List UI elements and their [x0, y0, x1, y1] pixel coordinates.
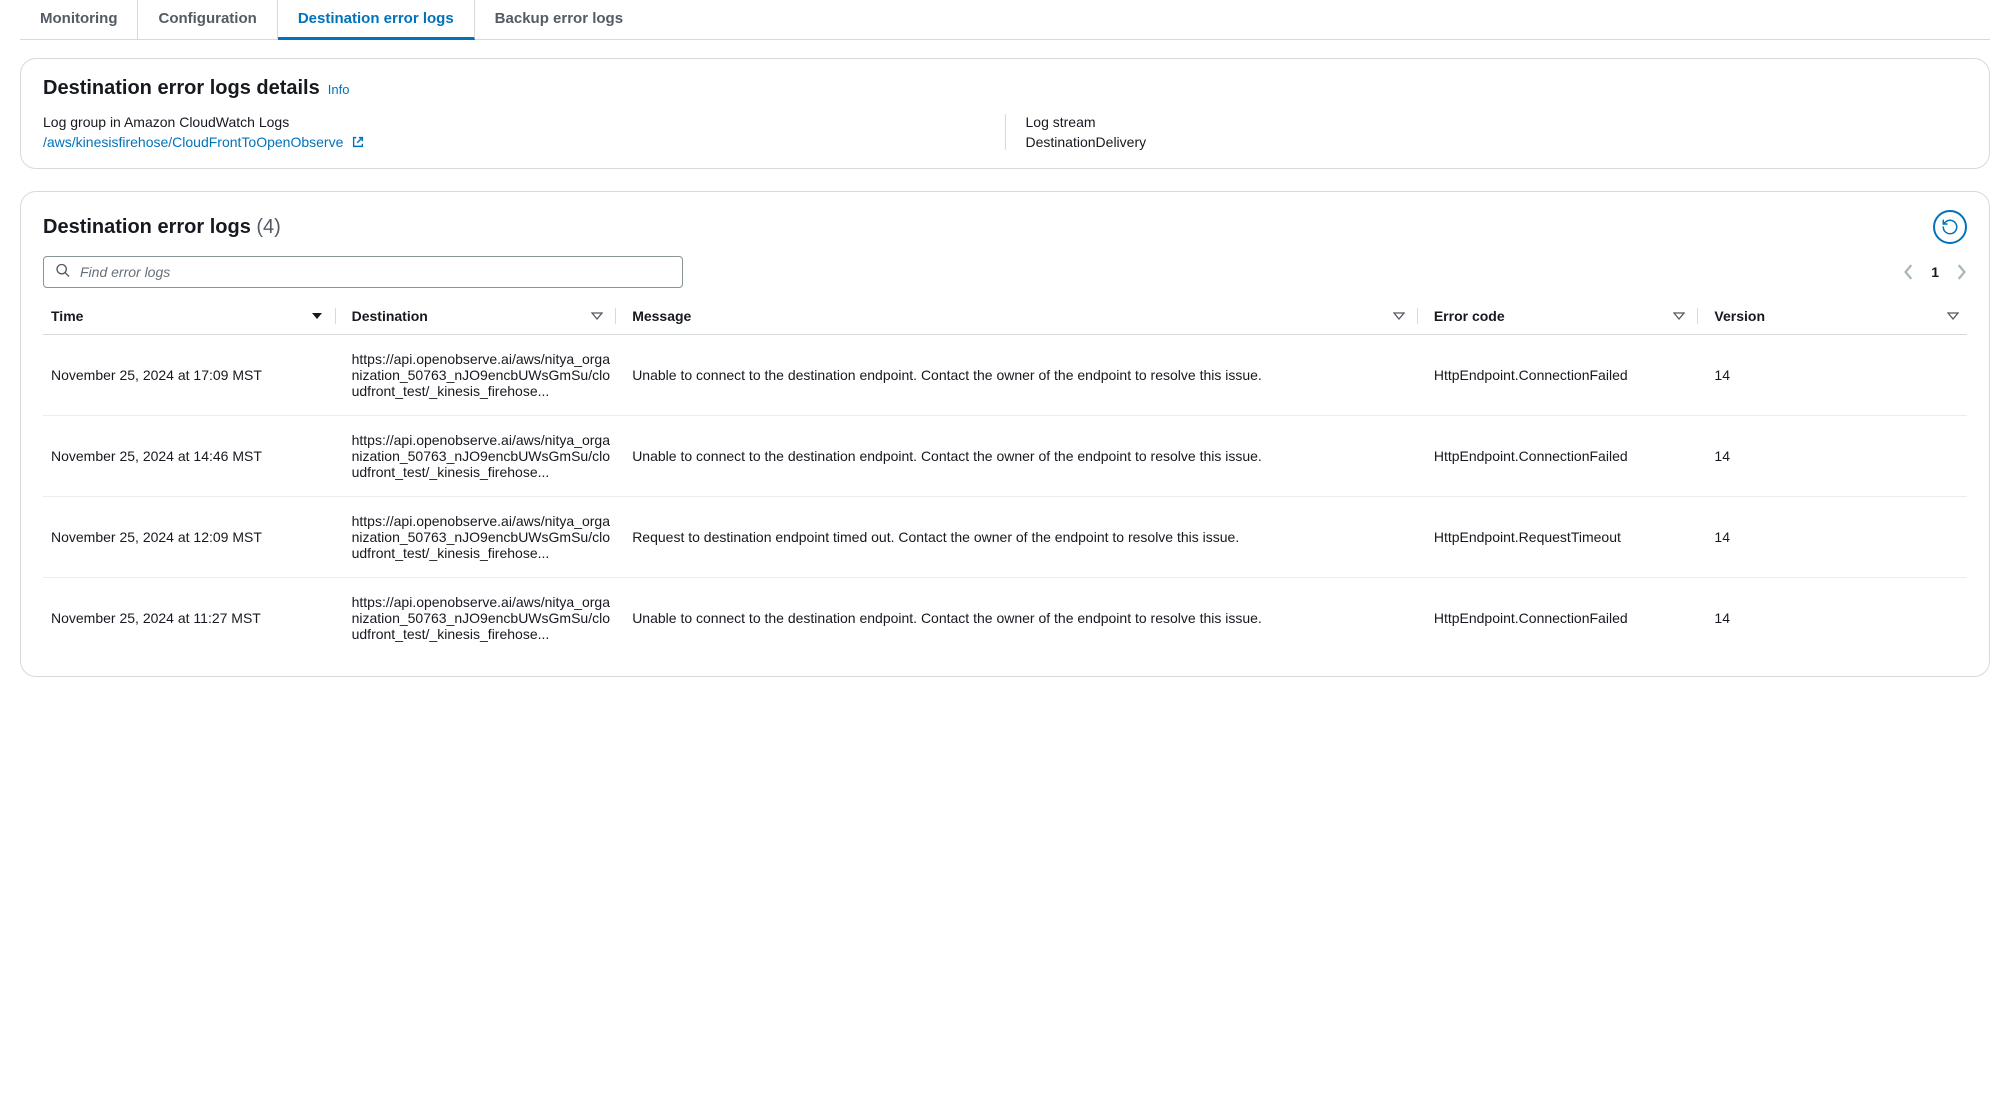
logs-panel: Destination error logs (4) 1 [20, 191, 1990, 677]
sort-desc-icon [311, 311, 323, 321]
col-header-destination[interactable]: Destination [344, 298, 625, 335]
col-header-version[interactable]: Version [1706, 298, 1967, 335]
cell-destination: https://api.openobserve.ai/aws/nitya_org… [344, 335, 625, 416]
cell-destination: https://api.openobserve.ai/aws/nitya_org… [344, 416, 625, 497]
table-row[interactable]: November 25, 2024 at 14:46 MST https://a… [43, 416, 1967, 497]
cell-message: Unable to connect to the destination end… [624, 578, 1426, 659]
logs-count: (4) [256, 216, 280, 238]
page-next-button[interactable] [1955, 264, 1967, 280]
cell-time: November 25, 2024 at 14:46 MST [43, 416, 344, 497]
page-number: 1 [1931, 264, 1939, 280]
tab-backup-error-logs[interactable]: Backup error logs [475, 0, 643, 39]
col-header-error-code[interactable]: Error code [1426, 298, 1707, 335]
external-link-icon [351, 135, 365, 149]
tab-monitoring[interactable]: Monitoring [20, 0, 138, 39]
cell-time: November 25, 2024 at 17:09 MST [43, 335, 344, 416]
sort-icon [591, 311, 603, 321]
cell-time: November 25, 2024 at 11:27 MST [43, 578, 344, 659]
log-group-link[interactable]: /aws/kinesisfirehose/CloudFrontToOpenObs… [43, 134, 343, 150]
logs-panel-title: Destination error logs (4) [43, 216, 281, 239]
table-row[interactable]: November 25, 2024 at 17:09 MST https://a… [43, 335, 1967, 416]
cell-version: 14 [1706, 497, 1967, 578]
cell-version: 14 [1706, 335, 1967, 416]
search-icon [55, 263, 71, 282]
cell-time: November 25, 2024 at 12:09 MST [43, 497, 344, 578]
sort-icon [1393, 311, 1405, 321]
details-panel: Destination error logs details Info Log … [20, 58, 1990, 169]
search-input[interactable] [43, 256, 683, 288]
cell-destination: https://api.openobserve.ai/aws/nitya_org… [344, 497, 625, 578]
cell-destination: https://api.openobserve.ai/aws/nitya_org… [344, 578, 625, 659]
sort-icon [1947, 311, 1959, 321]
error-logs-table: Time Destination [43, 298, 1967, 658]
cell-version: 14 [1706, 578, 1967, 659]
cell-error-code: HttpEndpoint.RequestTimeout [1426, 497, 1707, 578]
cell-error-code: HttpEndpoint.ConnectionFailed [1426, 416, 1707, 497]
tab-destination-error-logs[interactable]: Destination error logs [278, 0, 475, 40]
log-stream-value: DestinationDelivery [1026, 134, 1968, 150]
details-panel-title: Destination error logs details [43, 77, 320, 100]
table-row[interactable]: November 25, 2024 at 11:27 MST https://a… [43, 578, 1967, 659]
tab-configuration[interactable]: Configuration [138, 0, 277, 39]
search-wrap [43, 256, 683, 288]
col-header-time[interactable]: Time [43, 298, 344, 335]
cell-message: Unable to connect to the destination end… [624, 335, 1426, 416]
cell-error-code: HttpEndpoint.ConnectionFailed [1426, 578, 1707, 659]
cell-message: Unable to connect to the destination end… [624, 416, 1426, 497]
info-link[interactable]: Info [328, 82, 350, 97]
cell-version: 14 [1706, 416, 1967, 497]
tabs-bar: Monitoring Configuration Destination err… [20, 0, 1990, 40]
page-prev-button[interactable] [1903, 264, 1915, 280]
pagination: 1 [1903, 264, 1967, 280]
log-group-label: Log group in Amazon CloudWatch Logs [43, 114, 985, 130]
cell-error-code: HttpEndpoint.ConnectionFailed [1426, 335, 1707, 416]
sort-icon [1673, 311, 1685, 321]
table-row[interactable]: November 25, 2024 at 12:09 MST https://a… [43, 497, 1967, 578]
refresh-button[interactable] [1933, 210, 1967, 244]
col-header-message[interactable]: Message [624, 298, 1426, 335]
log-stream-label: Log stream [1026, 114, 1968, 130]
cell-message: Request to destination endpoint timed ou… [624, 497, 1426, 578]
